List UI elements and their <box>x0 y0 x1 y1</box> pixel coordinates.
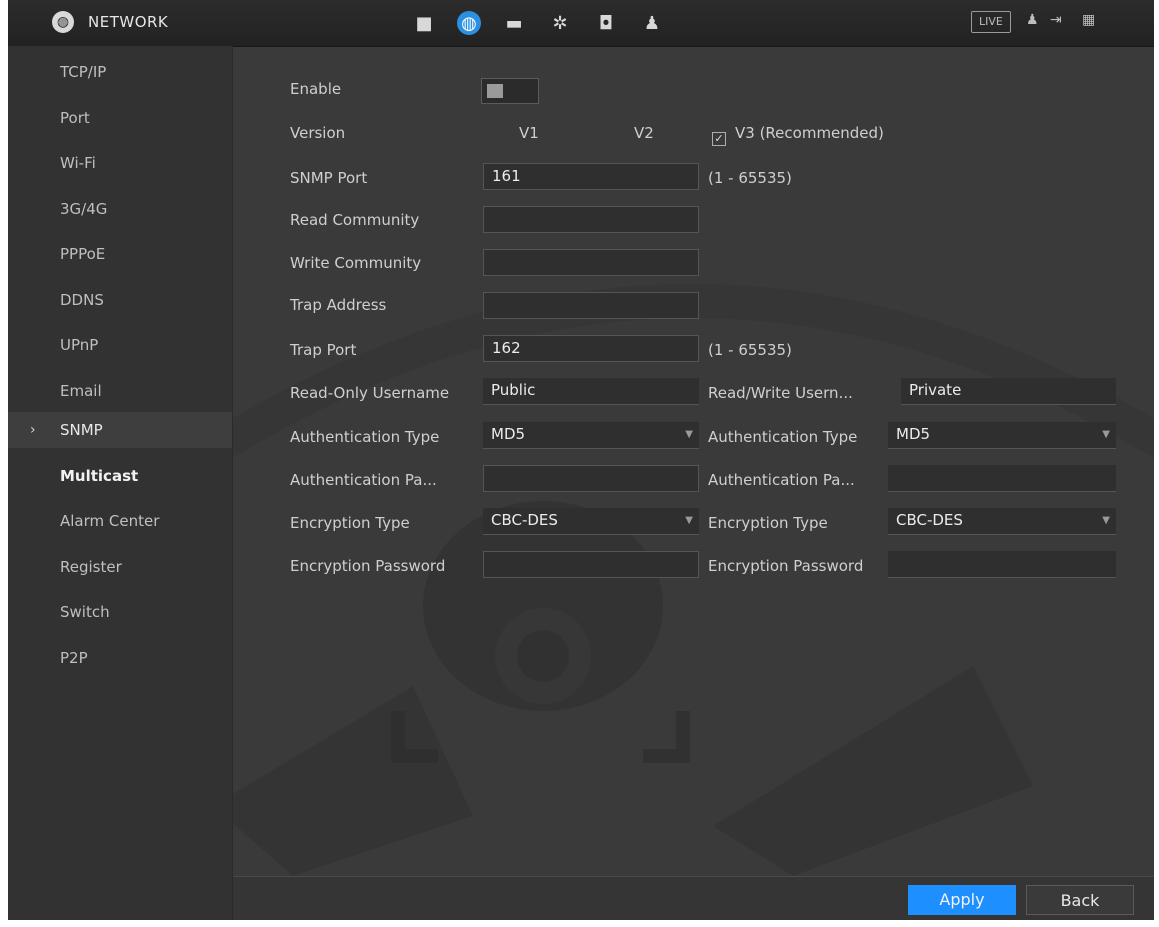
app-window: ◍ NETWORK ■ ◍ ▬ ✲ ◘ ♟ LIVE ♟ ⇥ ▦ TCP/IP … <box>8 0 1154 920</box>
sidebar-item-label: SNMP <box>60 421 103 439</box>
auth-pass-label-left: Authentication Pa... <box>290 471 437 489</box>
dropdown-arrow-icon: ▼ <box>1102 515 1110 526</box>
sidebar-item-label: DDNS <box>60 291 104 309</box>
account-icon[interactable]: ♟ <box>639 10 665 36</box>
snmp-port-range: (1 - 65535) <box>708 169 792 187</box>
enable-label: Enable <box>290 80 342 98</box>
sidebar-item-label: Switch <box>60 603 110 621</box>
sidebar-item-label: Multicast <box>60 467 139 485</box>
dropdown-arrow-icon: ▼ <box>685 429 693 440</box>
sidebar: TCP/IP Port Wi-Fi 3G/4G PPPoE DDNS UPnP … <box>8 46 233 920</box>
write-community-input[interactable] <box>483 249 699 276</box>
sidebar-item-switch[interactable]: Switch <box>8 594 232 630</box>
sidebar-item-3g4g[interactable]: 3G/4G <box>8 191 232 227</box>
read-community-label: Read Community <box>290 211 420 229</box>
enc-pass-input-right[interactable] <box>888 551 1116 578</box>
sidebar-item-alarm-center[interactable]: Alarm Center <box>8 503 232 539</box>
trap-port-range: (1 - 65535) <box>708 341 792 359</box>
dropdown-arrow-icon: ▼ <box>1102 429 1110 440</box>
network-icon[interactable]: ◍ <box>457 11 481 35</box>
enc-pass-input-left[interactable] <box>483 551 699 578</box>
back-button[interactable]: Back <box>1026 885 1134 915</box>
enc-type-label-left: Encryption Type <box>290 514 410 532</box>
camera-icon[interactable]: ■ <box>411 10 437 36</box>
sidebar-item-label: UPnP <box>60 336 99 354</box>
sidebar-item-label: Alarm Center <box>60 512 160 530</box>
sidebar-item-pppoe[interactable]: PPPoE <box>8 236 232 272</box>
auth-type-value-left: MD5 <box>491 425 526 443</box>
snmp-port-input[interactable]: 161 <box>483 163 699 190</box>
system-icon[interactable]: ✲ <box>547 10 573 36</box>
user-icon[interactable]: ♟ <box>1026 12 1039 28</box>
enc-type-select-right[interactable]: CBC-DES ▼ <box>888 508 1116 535</box>
snmp-port-label: SNMP Port <box>290 169 368 187</box>
sidebar-item-ddns[interactable]: DDNS <box>8 282 232 318</box>
v3-checkbox[interactable]: ✓ <box>712 132 726 146</box>
network-globe-icon: ◍ <box>52 11 74 33</box>
sidebar-item-label: Port <box>60 109 90 127</box>
top-bar: ◍ NETWORK ■ ◍ ▬ ✲ ◘ ♟ LIVE ♟ ⇥ ▦ <box>8 0 1154 47</box>
ro-username-label: Read-Only Username <box>290 384 450 402</box>
live-button[interactable]: LIVE <box>971 11 1011 33</box>
sidebar-item-port[interactable]: Port <box>8 100 232 136</box>
sidebar-item-label: TCP/IP <box>60 63 107 81</box>
rw-username-input[interactable]: Private <box>901 378 1116 405</box>
enc-pass-label-left: Encryption Password <box>290 557 446 575</box>
write-community-label: Write Community <box>290 254 422 272</box>
enc-type-label-right: Encryption Type <box>708 514 828 532</box>
auth-pass-input-right[interactable] <box>888 465 1116 492</box>
brand: ◍ NETWORK <box>52 11 168 33</box>
rw-username-label: Read/Write Usern... <box>708 384 853 402</box>
auth-type-label-right: Authentication Type <box>708 428 858 446</box>
sidebar-item-upnp[interactable]: UPnP <box>8 327 232 363</box>
enc-type-select-left[interactable]: CBC-DES ▼ <box>483 508 699 535</box>
read-community-input[interactable] <box>483 206 699 233</box>
trap-port-input[interactable]: 162 <box>483 335 699 362</box>
version-v1-option[interactable]: V1 <box>519 124 539 142</box>
dropdown-arrow-icon: ▼ <box>685 515 693 526</box>
sidebar-item-label: PPPoE <box>60 245 106 263</box>
enc-pass-label-right: Encryption Password <box>708 557 864 575</box>
sidebar-item-register[interactable]: Register <box>8 549 232 585</box>
toggle-knob <box>487 84 503 98</box>
auth-type-select-left[interactable]: MD5 ▼ <box>483 422 699 449</box>
enc-type-value-left: CBC-DES <box>491 511 558 529</box>
page-title: NETWORK <box>88 13 169 31</box>
sidebar-item-snmp[interactable]: › SNMP <box>8 412 232 448</box>
auth-type-label-left: Authentication Type <box>290 428 440 446</box>
security-icon[interactable]: ◘ <box>593 10 619 36</box>
sidebar-item-label: P2P <box>60 649 88 667</box>
sidebar-item-tcpip[interactable]: TCP/IP <box>8 54 232 90</box>
enable-toggle[interactable] <box>481 78 539 104</box>
sidebar-item-p2p[interactable]: P2P <box>8 640 232 676</box>
trap-port-label: Trap Port <box>290 341 357 359</box>
sidebar-item-wifi[interactable]: Wi-Fi <box>8 145 232 181</box>
auth-pass-input-left[interactable] <box>483 465 699 492</box>
sidebar-item-email[interactable]: Email <box>8 373 232 409</box>
sidebar-item-label: Register <box>60 558 122 576</box>
qr-icon[interactable]: ▦ <box>1082 12 1095 28</box>
auth-pass-label-right: Authentication Pa... <box>708 471 855 489</box>
storage-icon[interactable]: ▬ <box>501 10 527 36</box>
sidebar-item-label: 3G/4G <box>60 200 108 218</box>
auth-type-value-right: MD5 <box>896 425 931 443</box>
enc-type-value-right: CBC-DES <box>896 511 963 529</box>
snmp-settings-form: Enable Version V1 V2 ✓ V3 (Recommended) … <box>233 46 1154 876</box>
trap-address-input[interactable] <box>483 292 699 319</box>
version-v3-option[interactable]: V3 (Recommended) <box>735 124 884 142</box>
version-label: Version <box>290 124 346 142</box>
version-v2-option[interactable]: V2 <box>634 124 654 142</box>
ro-username-input[interactable]: Public <box>483 378 699 405</box>
footer-bar: Apply Back <box>233 876 1154 920</box>
sidebar-item-multicast[interactable]: Multicast <box>8 458 232 494</box>
top-nav: ■ ◍ ▬ ✲ ◘ ♟ <box>411 10 685 36</box>
trap-address-label: Trap Address <box>290 296 387 314</box>
apply-button[interactable]: Apply <box>908 885 1016 915</box>
sidebar-item-label: Email <box>60 382 102 400</box>
auth-type-select-right[interactable]: MD5 ▼ <box>888 422 1116 449</box>
logout-icon[interactable]: ⇥ <box>1050 12 1062 28</box>
chevron-right-icon: › <box>30 422 36 438</box>
sidebar-item-label: Wi-Fi <box>60 154 96 172</box>
